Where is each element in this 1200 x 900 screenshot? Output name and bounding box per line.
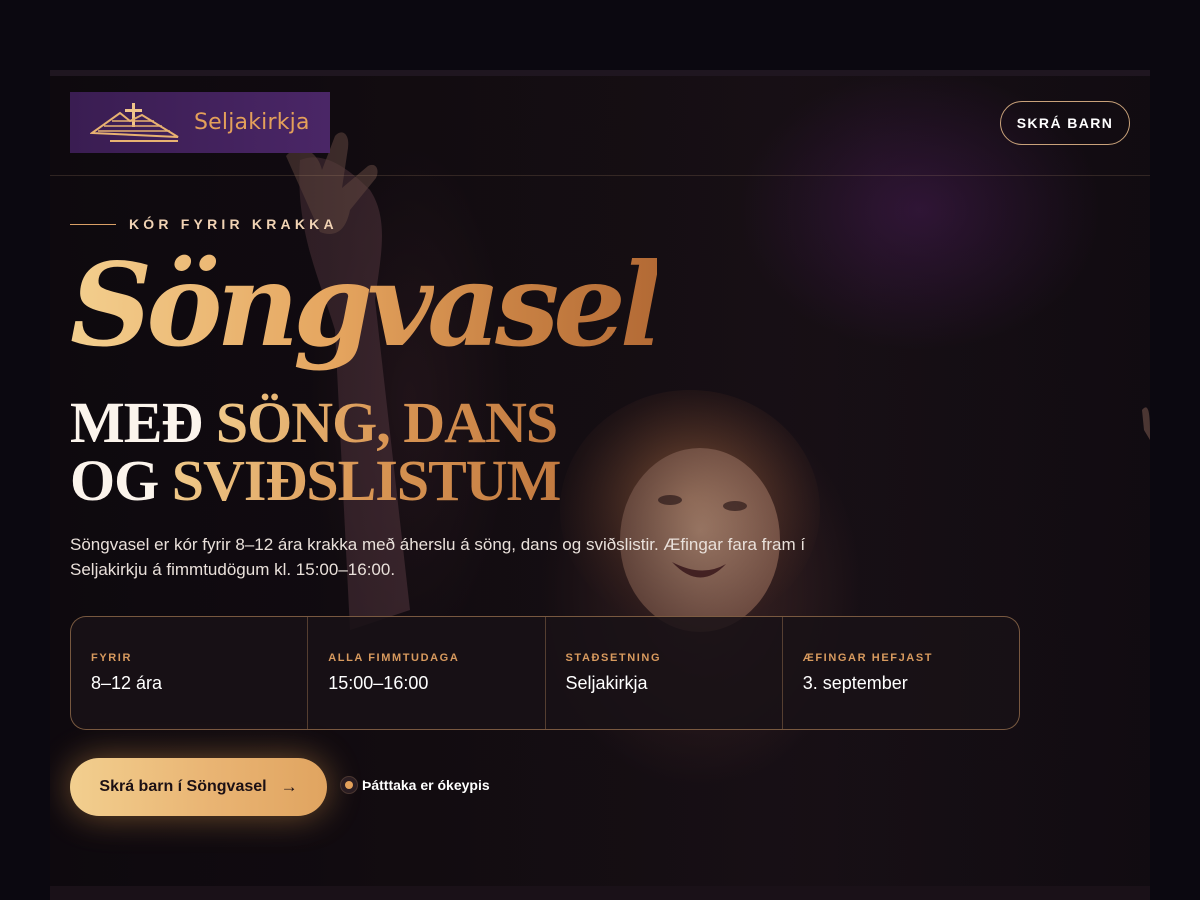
logo-text: Seljakirkja: [194, 110, 310, 135]
fact-value: 15:00–16:00: [328, 673, 429, 693]
headline: MEÐ SÖNG, DANS OG SVIÐSLISTUM: [70, 394, 562, 513]
headline-line1-gold: SÖNG, DANS: [215, 390, 558, 455]
note-text: Þátttaka er ókeypis: [362, 777, 490, 793]
fact-label: ÆFINGAR HEFJAST: [802, 652, 934, 664]
seljakirkja-logo[interactable]: Seljakirkja: [70, 92, 330, 153]
eyebrow-rule: [70, 223, 116, 225]
headline-line2-gold: SVIÐSLISTUM: [171, 448, 562, 513]
headline-line2-white: OG: [70, 448, 172, 513]
site-header: Seljakirkja SKRÁ BARN: [50, 70, 1150, 176]
cta-label: Skrá barn í Söngvasel: [99, 778, 267, 795]
fact-value: Seljakirkja: [565, 673, 648, 693]
headline-line1-white: MEÐ: [70, 390, 216, 455]
fact-label: STAÐSETNING: [565, 652, 662, 664]
brand-title: Söngvasel: [70, 230, 663, 380]
fact-age: FYRIR 8–12 ára: [71, 617, 309, 729]
fact-schedule: ALLA FIMMTUDAGA 15:00–16:00: [308, 617, 546, 729]
fact-label: ALLA FIMMTUDAGA: [328, 652, 460, 664]
intro-paragraph: Söngvasel er kór fyrir 8–12 ára krakka m…: [70, 535, 806, 579]
free-participation-note: Þátttaka er ókeypis: [340, 776, 490, 794]
hero-section: Seljakirkja SKRÁ BARN KÓR FYRIR KRAKKA S…: [50, 70, 1150, 900]
register-child-button[interactable]: SKRÁ BARN: [1000, 101, 1130, 145]
church-cross-logo-icon: [90, 102, 179, 142]
fact-label: FYRIR: [91, 652, 132, 664]
dot-icon: [340, 776, 358, 794]
info-panel: FYRIR 8–12 ára ALLA FIMMTUDAGA 15:00–16:…: [70, 616, 1020, 730]
fact-value: 8–12 ára: [91, 673, 163, 693]
register-cta-button[interactable]: Skrá barn í Söngvasel →: [70, 758, 327, 816]
fact-value: 3. september: [802, 673, 908, 693]
next-section-edge: [50, 886, 1150, 900]
arrow-right-icon: →: [280, 777, 298, 796]
fact-location: STAÐSETNING Seljakirkja: [546, 617, 783, 729]
fact-start-date: ÆFINGAR HEFJAST 3. september: [783, 617, 1019, 729]
